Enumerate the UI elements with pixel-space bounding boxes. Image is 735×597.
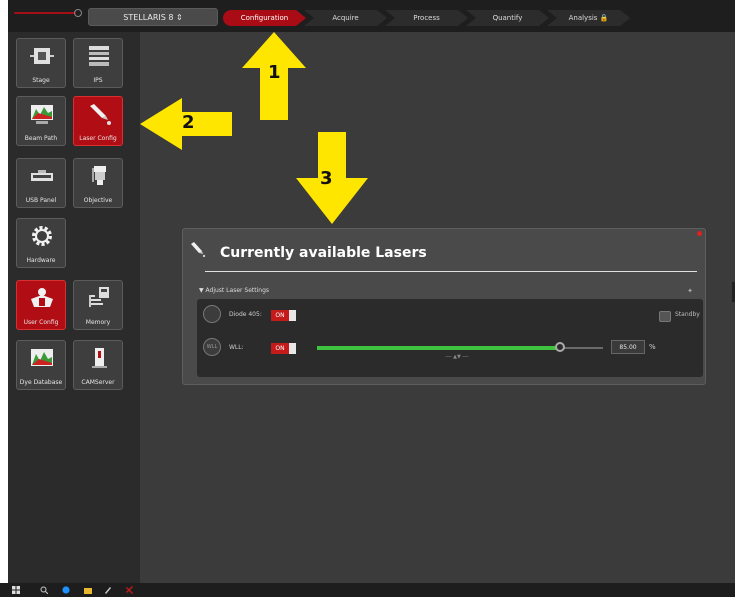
camserver-icon (92, 348, 107, 368)
tile-hardware[interactable]: Hardware (16, 218, 66, 268)
tile-label: Stage (32, 77, 50, 84)
leica-logo (14, 9, 84, 17)
gear-icon (32, 226, 52, 246)
slider-thumb[interactable] (555, 342, 566, 352)
os-taskbar (0, 583, 735, 597)
windows-start-icon[interactable] (12, 586, 20, 594)
usb-panel-icon (31, 170, 53, 181)
panel-close-dot[interactable] (697, 231, 702, 236)
las-x-app-icon[interactable] (126, 586, 134, 594)
laser-power-icon[interactable] (203, 305, 221, 323)
beam-path-icon (31, 105, 53, 124)
tile-dye-database[interactable]: Dye Database (16, 340, 66, 390)
system-selector[interactable]: STELLARIS 8 ⇕ (88, 8, 218, 26)
step-acquire[interactable]: Acquire (304, 10, 387, 26)
ips-icon (89, 46, 109, 66)
laser-pen-icon (90, 104, 111, 125)
tile-laser-config[interactable]: Laser Config (73, 96, 123, 146)
annotation-number: 3 (320, 168, 333, 189)
laser-name: Diode 405: (229, 311, 262, 318)
tile-user-config[interactable]: User Config (16, 280, 66, 330)
tile-usb-panel[interactable]: USB Panel (16, 158, 66, 208)
panel-title: Currently available Lasers (220, 245, 427, 261)
lasers-panel: Currently available Lasers ▼ Adjust Lase… (182, 228, 706, 385)
app-window: STELLARIS 8 ⇕ Configuration Acquire Proc… (8, 0, 735, 583)
toggle-on-label: ON (271, 310, 289, 321)
laser-list: Diode 405: ON Standby WLL WLL: ON ── ▲▼ … (197, 299, 703, 377)
step-process[interactable]: Process (385, 10, 468, 26)
tile-objective[interactable]: Objective (73, 158, 123, 208)
standby-checkbox[interactable] (659, 311, 671, 322)
tile-label: IPS (93, 77, 103, 84)
search-icon[interactable] (40, 586, 48, 594)
tile-beam-path[interactable]: Beam Path (16, 96, 66, 146)
laser-on-toggle[interactable]: ON (271, 343, 296, 354)
tile-label: Laser Config (79, 135, 117, 142)
adjust-laser-settings-toggle[interactable]: ▼ Adjust Laser Settings (199, 287, 269, 294)
slider-fill (317, 346, 561, 350)
tile-label: Beam Path (24, 135, 58, 142)
memory-icon (89, 287, 109, 307)
laser-row-diode-405: Diode 405: ON Standby (197, 302, 703, 328)
user-config-icon (31, 288, 53, 307)
annotation-number: 1 (268, 62, 281, 83)
tile-camserver[interactable]: CAMServer (73, 340, 123, 390)
stage-icon (30, 48, 54, 64)
laser-power-input[interactable]: 85.00 (611, 340, 645, 354)
standby-label: Standby (675, 311, 700, 318)
objective-icon (92, 166, 106, 185)
pencil-icon (191, 242, 206, 257)
tile-label: Memory (85, 319, 111, 326)
fine-adjust-handle[interactable]: ── ▲▼ ── (427, 354, 487, 360)
tile-label: CAMServer (81, 379, 115, 386)
file-explorer-icon[interactable] (84, 586, 92, 594)
step-quantify[interactable]: Quantify (466, 10, 549, 26)
laser-name: WLL: (229, 344, 244, 351)
step-analysis[interactable]: Analysis 🔒 (547, 10, 630, 26)
tile-memory[interactable]: Memory (73, 280, 123, 330)
tile-label: USB Panel (25, 197, 57, 204)
tile-ips[interactable]: IPS (73, 38, 123, 88)
pin-icon[interactable]: ✦ (687, 287, 693, 295)
tile-label: Objective (83, 197, 113, 204)
tile-stage[interactable]: Stage (16, 38, 66, 88)
title-divider (205, 271, 697, 272)
tile-label: Dye Database (19, 379, 63, 386)
edge-browser-icon[interactable] (62, 586, 70, 594)
top-bar: STELLARIS 8 ⇕ Configuration Acquire Proc… (8, 0, 735, 32)
tile-label: User Config (23, 319, 59, 326)
laser-on-toggle[interactable]: ON (271, 310, 296, 321)
laser-power-slider[interactable] (317, 342, 603, 352)
dye-database-icon (31, 349, 53, 366)
annotation-number: 2 (182, 112, 195, 133)
laser-row-wll: WLL WLL: ON ── ▲▼ ── 85.00 % (197, 335, 703, 361)
tile-label: Hardware (26, 257, 56, 264)
step-configuration[interactable]: Configuration (223, 10, 306, 26)
workflow-steps: Configuration Acquire Process Quantify A… (223, 10, 630, 26)
tool-app-icon[interactable] (104, 586, 112, 594)
power-unit: % (649, 343, 656, 351)
configuration-sidebar: Stage IPS Beam Path Laser Config USB Pan… (8, 32, 140, 583)
laser-power-icon[interactable]: WLL (203, 338, 221, 356)
toggle-on-label: ON (271, 343, 289, 354)
